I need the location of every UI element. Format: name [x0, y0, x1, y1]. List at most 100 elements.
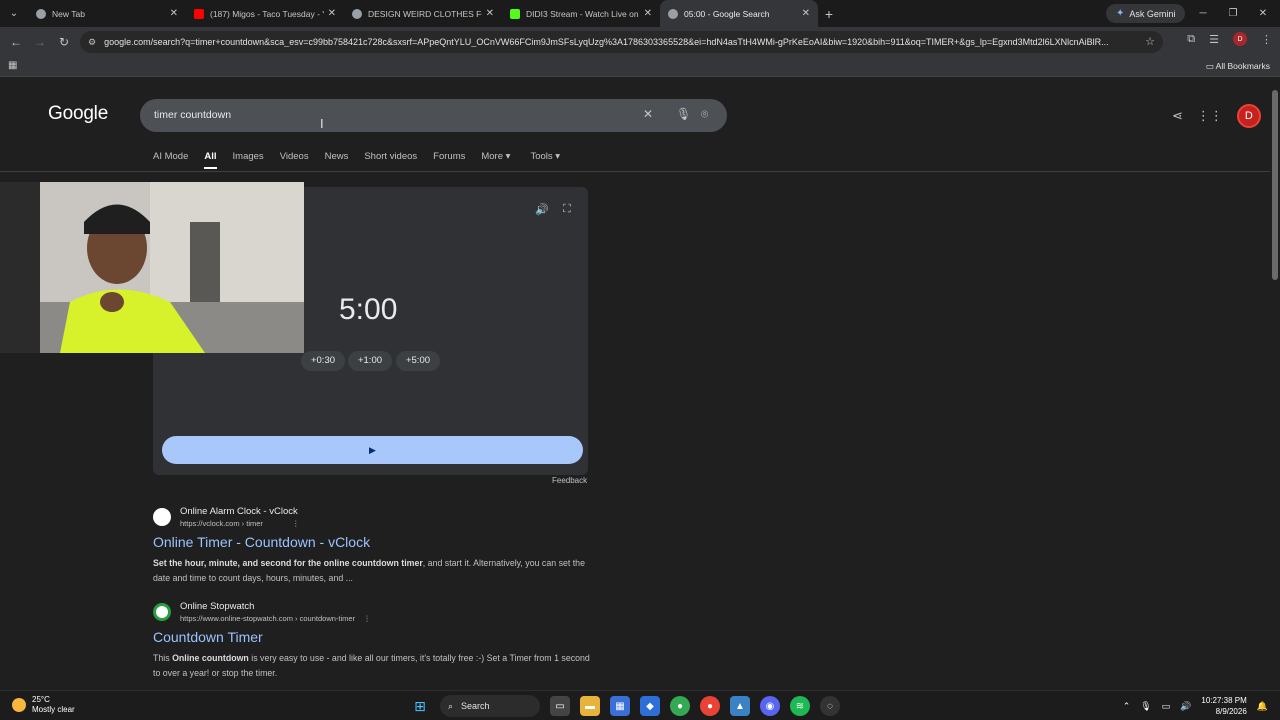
kick-icon — [510, 8, 520, 19]
tab-kick[interactable]: DIDI3 Stream - Watch Live on K ✕ — [502, 0, 660, 27]
tab-tools[interactable]: Tools ▾ — [530, 151, 560, 169]
tab-short-videos[interactable]: Short videos — [364, 151, 417, 169]
search-page: Google timer countdown ✕ 🎙 ⌾ I ⋖ ⋮⋮ D AI… — [0, 78, 1270, 690]
media-icon[interactable]: ☰ — [1209, 33, 1219, 46]
tab-design[interactable]: DESIGN WEIRD CLOTHES FOR I ✕ — [344, 0, 502, 27]
result-site-name[interactable]: Online Stopwatch — [180, 601, 254, 612]
chrome-icon[interactable]: ● — [670, 696, 690, 716]
add-1m-button[interactable]: +1:00 — [348, 351, 392, 371]
windows-start-icon[interactable]: ⊞ — [410, 696, 430, 716]
store-icon[interactable]: ▦ — [610, 696, 630, 716]
gemini-icon: ✦ — [1116, 8, 1125, 19]
site-info-icon[interactable]: ⚙ — [88, 37, 96, 48]
restore-icon[interactable]: ❐ — [1218, 0, 1248, 27]
lens-icon[interactable]: ⌾ — [701, 107, 708, 122]
close-tab-icon[interactable]: ✕ — [644, 8, 652, 19]
chrome-icon[interactable]: ● — [700, 696, 720, 716]
bookmark-star-icon[interactable]: ☆ — [1145, 35, 1155, 48]
photos-icon[interactable]: ▲ — [730, 696, 750, 716]
forward-icon[interactable]: → — [28, 35, 52, 49]
notifications-icon[interactable]: 🔔 — [1257, 701, 1268, 712]
microphone-icon[interactable]: 🎙 — [676, 107, 691, 121]
result-site-name[interactable]: Online Alarm Clock - vClock — [180, 506, 298, 517]
fullscreen-icon[interactable]: ⛶ — [563, 203, 571, 216]
google-logo[interactable]: Google — [48, 103, 108, 125]
page-scrollbar[interactable] — [1270, 78, 1280, 690]
google-icon — [668, 8, 678, 19]
tab-more[interactable]: More ▾ — [481, 151, 510, 169]
minimize-icon[interactable]: ─ — [1188, 0, 1218, 27]
taskbar-apps: ⊞ ⌕ Search ▭ ▬ ▦ ◆ ● ● ▲ ◉ ≋ ◌ — [410, 695, 840, 717]
result-title-link[interactable]: Countdown Timer — [153, 629, 263, 645]
apps-icon[interactable]: ▦ — [8, 60, 17, 71]
sound-icon[interactable]: 🔊 — [535, 203, 549, 216]
apps-grid-icon[interactable]: ⋮⋮ — [1197, 108, 1223, 124]
result-url[interactable]: https://www.online-stopwatch.com › count… — [180, 614, 371, 623]
network-icon[interactable]: ▭ — [1162, 701, 1171, 712]
result-snippet: Set the hour, minute, and second for the… — [153, 558, 585, 583]
profile-avatar[interactable]: D — [1233, 32, 1247, 46]
spotify-icon[interactable]: ≋ — [790, 696, 810, 716]
add-5m-button[interactable]: +5:00 — [396, 351, 440, 371]
result-url[interactable]: https://vclock.com › timer ⋮ — [180, 519, 300, 528]
address-bar[interactable]: ⚙ google.com/search?q=timer+countdown&sc… — [80, 31, 1163, 53]
play-icon: ▶ — [369, 445, 376, 455]
globe-icon — [352, 8, 362, 19]
taskbar-search[interactable]: ⌕ Search — [440, 695, 540, 717]
tab-strip: ⌄ New Tab ✕ (187) Migos - Taco Tuesday -… — [0, 0, 1280, 27]
tab-ai-mode[interactable]: AI Mode — [153, 151, 188, 169]
microphone-icon[interactable]: 🎙 — [1140, 701, 1151, 712]
scroll-thumb[interactable] — [1272, 90, 1278, 280]
close-tab-icon[interactable]: ✕ — [802, 8, 810, 19]
tab-youtube[interactable]: (187) Migos - Taco Tuesday - Yo ✕ — [186, 0, 344, 27]
tab-videos[interactable]: Videos — [280, 151, 309, 169]
close-tab-icon[interactable]: ✕ — [486, 8, 494, 19]
more-options-icon[interactable]: ⋮ — [292, 519, 300, 528]
more-options-icon[interactable]: ⋮ — [363, 614, 371, 623]
clock[interactable]: 10:27:38 PM 8/9/2026 — [1201, 695, 1246, 717]
reload-icon[interactable]: ↻ — [52, 35, 76, 49]
new-tab-button[interactable]: + — [818, 6, 840, 22]
task-view-icon[interactable]: ▭ — [550, 696, 570, 716]
close-window-icon[interactable]: ✕ — [1248, 0, 1278, 27]
ask-gemini-button[interactable]: ✦ Ask Gemini — [1106, 4, 1186, 23]
search-tabs: AI Mode All Images Videos News Short vid… — [153, 151, 560, 169]
share-icon[interactable]: ⋖ — [1172, 108, 1183, 124]
extensions-icon[interactable]: ⧉ — [1187, 33, 1195, 46]
taskbar: 25°C Mostly clear ⊞ ⌕ Search ▭ ▬ ▦ ◆ ● ● ▲… — [0, 690, 1280, 720]
chrome-icon — [36, 8, 46, 19]
back-icon[interactable]: ← — [4, 35, 28, 49]
tab-news[interactable]: News — [325, 151, 349, 169]
account-avatar[interactable]: D — [1236, 104, 1261, 128]
bookmarks-bar: ▦ ▭ All Bookmarks — [0, 57, 1280, 77]
search-icon: ⌕ — [448, 700, 454, 711]
weather-widget[interactable]: 25°C Mostly clear — [12, 695, 75, 715]
close-tab-icon[interactable]: ✕ — [170, 8, 178, 19]
tab-forums[interactable]: Forums — [433, 151, 465, 169]
tab-all[interactable]: All — [204, 151, 217, 169]
tab-new-tab[interactable]: New Tab ✕ — [28, 0, 186, 27]
close-tab-icon[interactable]: ✕ — [328, 8, 336, 19]
add-30s-button[interactable]: +0:30 — [301, 351, 345, 371]
chevron-up-icon[interactable]: ⌃ — [1123, 701, 1131, 712]
search-input[interactable]: timer countdown — [154, 109, 231, 121]
clear-icon[interactable]: ✕ — [643, 107, 653, 121]
volume-icon[interactable]: 🔊 — [1180, 701, 1191, 712]
file-explorer-icon[interactable]: ▬ — [580, 696, 600, 716]
webcam-image — [0, 182, 304, 353]
result-title-link[interactable]: Online Timer - Countdown - vClock — [153, 534, 370, 550]
tab-google-search[interactable]: 05:00 - Google Search ✕ — [660, 0, 818, 27]
search-box[interactable]: timer countdown ✕ 🎙 ⌾ — [140, 99, 727, 132]
start-button[interactable]: ▶ — [162, 436, 583, 464]
divider — [0, 171, 1270, 172]
app-icon[interactable]: ◌ — [820, 696, 840, 716]
feedback-link[interactable]: Feedback — [552, 476, 587, 485]
tab-search-icon[interactable]: ⌄ — [4, 4, 24, 24]
all-bookmarks-button[interactable]: ▭ All Bookmarks — [1206, 61, 1270, 72]
tab-images[interactable]: Images — [233, 151, 264, 169]
app-icon[interactable]: ◆ — [640, 696, 660, 716]
menu-icon[interactable]: ⋮ — [1261, 33, 1272, 46]
timer-display[interactable]: 5:00 — [339, 293, 397, 327]
header-actions: ⋖ ⋮⋮ D — [1172, 104, 1261, 128]
discord-icon[interactable]: ◉ — [760, 696, 780, 716]
